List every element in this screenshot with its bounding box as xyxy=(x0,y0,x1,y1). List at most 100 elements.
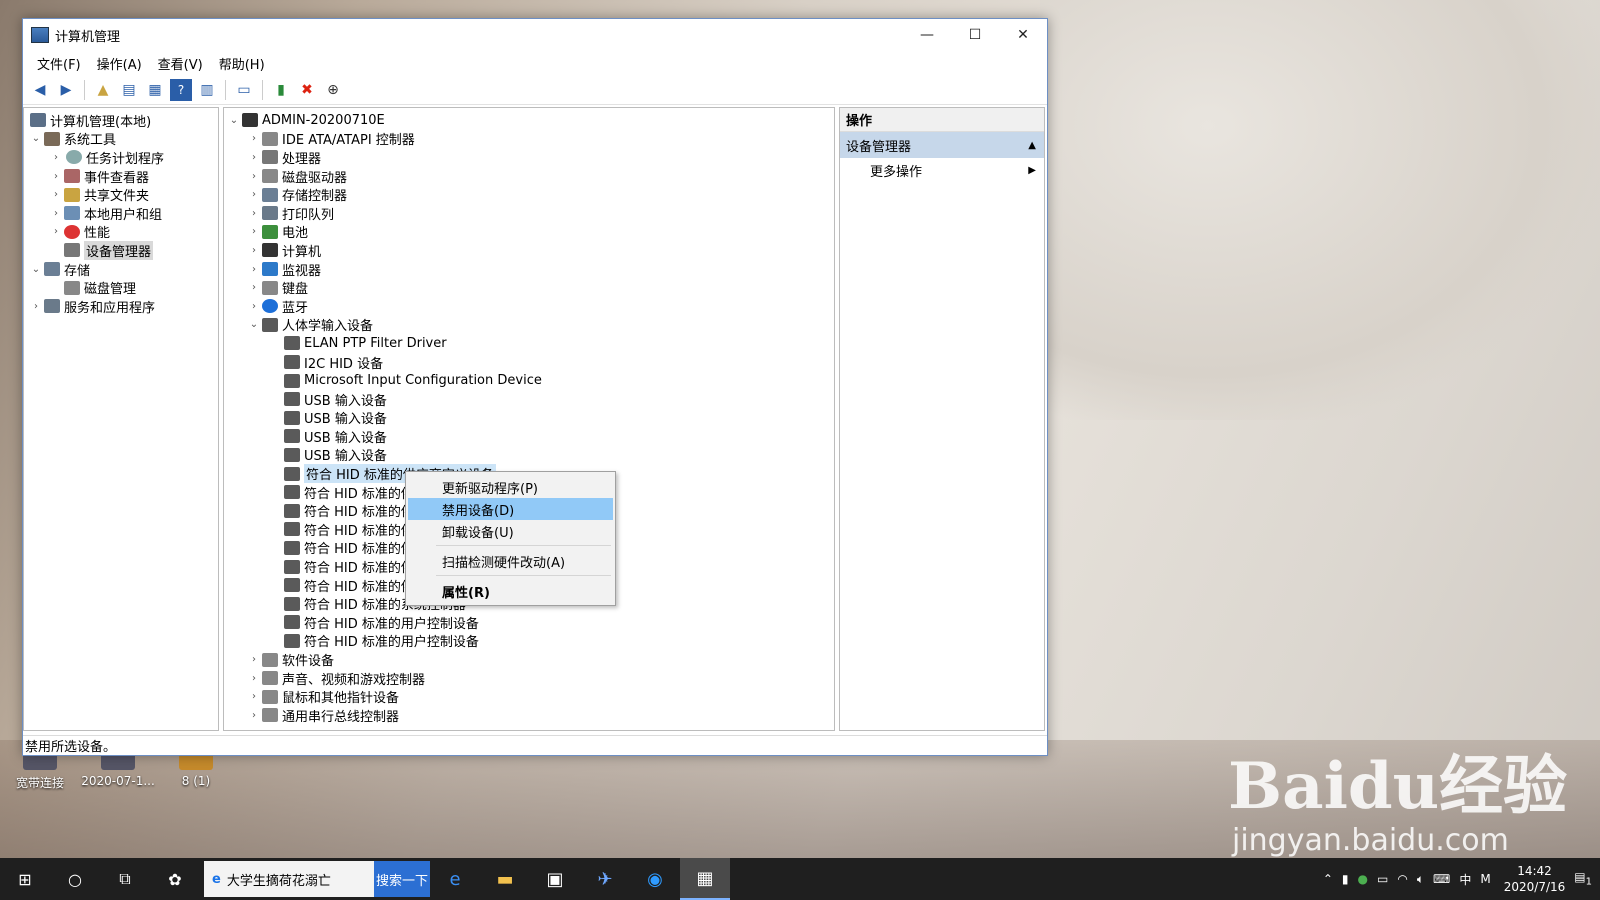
ime-chinese-toggle[interactable]: 中 xyxy=(1459,871,1471,888)
pinwheel-app-icon[interactable]: ✿ xyxy=(150,858,200,900)
tree-device-manager[interactable]: 设备管理器 xyxy=(24,240,218,260)
taskbar-search-box[interactable]: e 大学生摘荷花溺亡 xyxy=(204,861,374,897)
volume-icon[interactable]: 🔈︎ xyxy=(1417,872,1424,887)
menu-file[interactable]: 文件(F) xyxy=(29,54,89,73)
hid-device-item[interactable]: USB 输入设备 xyxy=(224,446,834,464)
collapse-triangle-icon[interactable]: ▲ xyxy=(1028,140,1036,151)
chevron-right-icon[interactable]: › xyxy=(50,152,62,163)
ctx-scan-hardware[interactable]: 扫描检测硬件改动(A) xyxy=(408,550,613,572)
tree-local-users[interactable]: › 本地用户和组 xyxy=(24,204,218,223)
tray-device-icon[interactable]: ▮ xyxy=(1342,872,1349,886)
battery-icon[interactable]: ▭ xyxy=(1377,872,1388,886)
tree-services-apps[interactable]: › 服务和应用程序 xyxy=(24,297,218,316)
chevron-right-icon[interactable]: › xyxy=(248,264,260,275)
device-category[interactable]: › 存储控制器 xyxy=(224,185,834,204)
chevron-right-icon[interactable]: › xyxy=(50,226,62,237)
uninstall-x-icon[interactable]: ✖ xyxy=(296,79,318,101)
task-view-icon[interactable]: ⧉ xyxy=(100,858,150,900)
paper-plane-app-icon[interactable]: ✈ xyxy=(580,858,630,900)
wifi-icon[interactable]: ◠ xyxy=(1397,872,1407,886)
tray-overflow-chevron-icon[interactable]: ⌃ xyxy=(1323,872,1333,886)
back-arrow-icon[interactable]: ◀ xyxy=(29,79,51,101)
export-list-icon[interactable]: ▦ xyxy=(144,79,166,101)
device-category[interactable]: › 电池 xyxy=(224,223,834,241)
device-category[interactable]: › 监视器 xyxy=(224,260,834,279)
tree-system-tools[interactable]: ⌄ 系统工具 xyxy=(24,130,218,148)
hid-device-item[interactable]: USB 输入设备 xyxy=(224,409,834,427)
device-category[interactable]: › 鼠标和其他指针设备 xyxy=(224,687,834,706)
edge-browser-icon[interactable]: e xyxy=(430,858,480,900)
hid-device-item[interactable]: 符合 HID 标准的用户控制设备 xyxy=(224,632,834,650)
help-icon[interactable]: ? xyxy=(170,78,192,101)
chevron-right-icon[interactable]: › xyxy=(248,226,260,237)
ctx-uninstall-device[interactable]: 卸载设备(U) xyxy=(408,520,613,542)
chevron-right-icon[interactable]: › xyxy=(248,710,260,721)
hid-device-item[interactable]: I2C HID 设备 xyxy=(224,353,834,372)
hid-device-item[interactable]: 符合 HID 标准的用户控制设备 xyxy=(224,613,834,632)
hid-device-item[interactable]: USB 输入设备 xyxy=(224,427,834,446)
chevron-right-icon[interactable]: › xyxy=(248,691,260,702)
up-folder-icon[interactable]: ▲ xyxy=(92,79,114,101)
more-actions[interactable]: 更多操作 ▶ xyxy=(840,158,1044,182)
ctx-properties[interactable]: 属性(R) xyxy=(408,580,613,602)
device-category[interactable]: › 打印队列 xyxy=(224,204,834,223)
chevron-right-icon[interactable]: › xyxy=(248,208,260,219)
chevron-right-icon[interactable]: › xyxy=(248,189,260,200)
system-clock[interactable]: 14:42 2020/7/16 xyxy=(1504,863,1566,895)
device-category[interactable]: › 磁盘驱动器 xyxy=(224,167,834,186)
chevron-right-icon[interactable]: › xyxy=(50,189,62,200)
tree-event-viewer[interactable]: › 事件查看器 xyxy=(24,167,218,186)
chevron-right-icon[interactable]: › xyxy=(248,301,260,312)
device-category-hid[interactable]: ⌄ 人体学输入设备 xyxy=(224,316,834,334)
device-category[interactable]: › 软件设备 xyxy=(224,650,834,669)
device-category[interactable]: › 计算机 xyxy=(224,241,834,260)
chevron-right-icon[interactable]: › xyxy=(248,133,260,144)
update-driver-icon[interactable]: ▮ xyxy=(270,79,292,101)
download-scan-icon[interactable]: ⊕ xyxy=(322,79,344,101)
tree-disk-management[interactable]: 磁盘管理 xyxy=(24,278,218,297)
tree-root[interactable]: 计算机管理(本地) xyxy=(24,111,218,130)
chevron-right-icon[interactable]: › xyxy=(30,301,42,312)
chevron-right-icon[interactable]: › xyxy=(50,171,62,182)
chevron-right-icon[interactable]: › xyxy=(50,208,62,219)
hid-device-item[interactable]: Microsoft Input Configuration Device xyxy=(224,371,834,390)
device-category[interactable]: › 声音、视频和游戏控制器 xyxy=(224,669,834,688)
show-tree-icon[interactable]: ▤ xyxy=(118,79,140,101)
hid-device-item[interactable]: ELAN PTP Filter Driver xyxy=(224,334,834,353)
tray-security-icon[interactable]: ● xyxy=(1358,872,1368,886)
chevron-down-icon[interactable]: ⌄ xyxy=(30,133,42,144)
computer-management-taskbar-icon[interactable]: ▦ xyxy=(680,858,730,900)
ime-mode-toggle[interactable]: M xyxy=(1480,872,1490,886)
file-explorer-icon[interactable]: ▬ xyxy=(480,858,530,900)
chevron-down-icon[interactable]: ⌄ xyxy=(248,319,260,330)
device-category[interactable]: › 通用串行总线控制器 xyxy=(224,706,834,725)
monitor-icon[interactable]: ▭ xyxy=(233,79,255,101)
chevron-right-icon[interactable]: › xyxy=(248,152,260,163)
windows-start-icon[interactable]: ⊞ xyxy=(0,858,50,900)
qq-browser-icon[interactable]: ◉ xyxy=(630,858,680,900)
chevron-down-icon[interactable]: ⌄ xyxy=(228,115,240,126)
ctx-update-driver[interactable]: 更新驱动程序(P) xyxy=(408,476,613,498)
chevron-right-icon[interactable]: › xyxy=(248,171,260,182)
tree-performance[interactable]: › 性能 xyxy=(24,223,218,241)
device-computer-root[interactable]: ⌄ ADMIN-20200710E xyxy=(224,111,834,130)
chevron-right-icon[interactable]: › xyxy=(248,673,260,684)
cortana-circle-icon[interactable]: ○ xyxy=(50,858,100,900)
action-pane-icon[interactable]: ▥ xyxy=(196,79,218,101)
tree-storage[interactable]: ⌄ 存储 xyxy=(24,260,218,279)
menu-view[interactable]: 查看(V) xyxy=(150,54,211,73)
search-go-button[interactable]: 搜索一下 xyxy=(374,861,430,897)
title-bar[interactable]: 计算机管理 — ☐ ✕ xyxy=(23,19,1047,51)
ctx-disable-device[interactable]: 禁用设备(D) xyxy=(408,498,613,520)
chevron-down-icon[interactable]: ⌄ xyxy=(30,264,42,275)
chevron-right-icon[interactable]: › xyxy=(248,654,260,665)
menu-action[interactable]: 操作(A) xyxy=(89,54,150,73)
notification-center-icon[interactable]: ▤1 xyxy=(1574,870,1592,887)
menu-help[interactable]: 帮助(H) xyxy=(211,54,273,73)
chevron-right-icon[interactable]: › xyxy=(248,245,260,256)
maximize-button[interactable]: ☐ xyxy=(951,19,999,51)
chevron-right-icon[interactable]: › xyxy=(248,282,260,293)
keyboard-icon[interactable]: ⌨ xyxy=(1433,872,1450,886)
device-category[interactable]: › 键盘 xyxy=(224,278,834,297)
device-category[interactable]: › 蓝牙 xyxy=(224,297,834,316)
